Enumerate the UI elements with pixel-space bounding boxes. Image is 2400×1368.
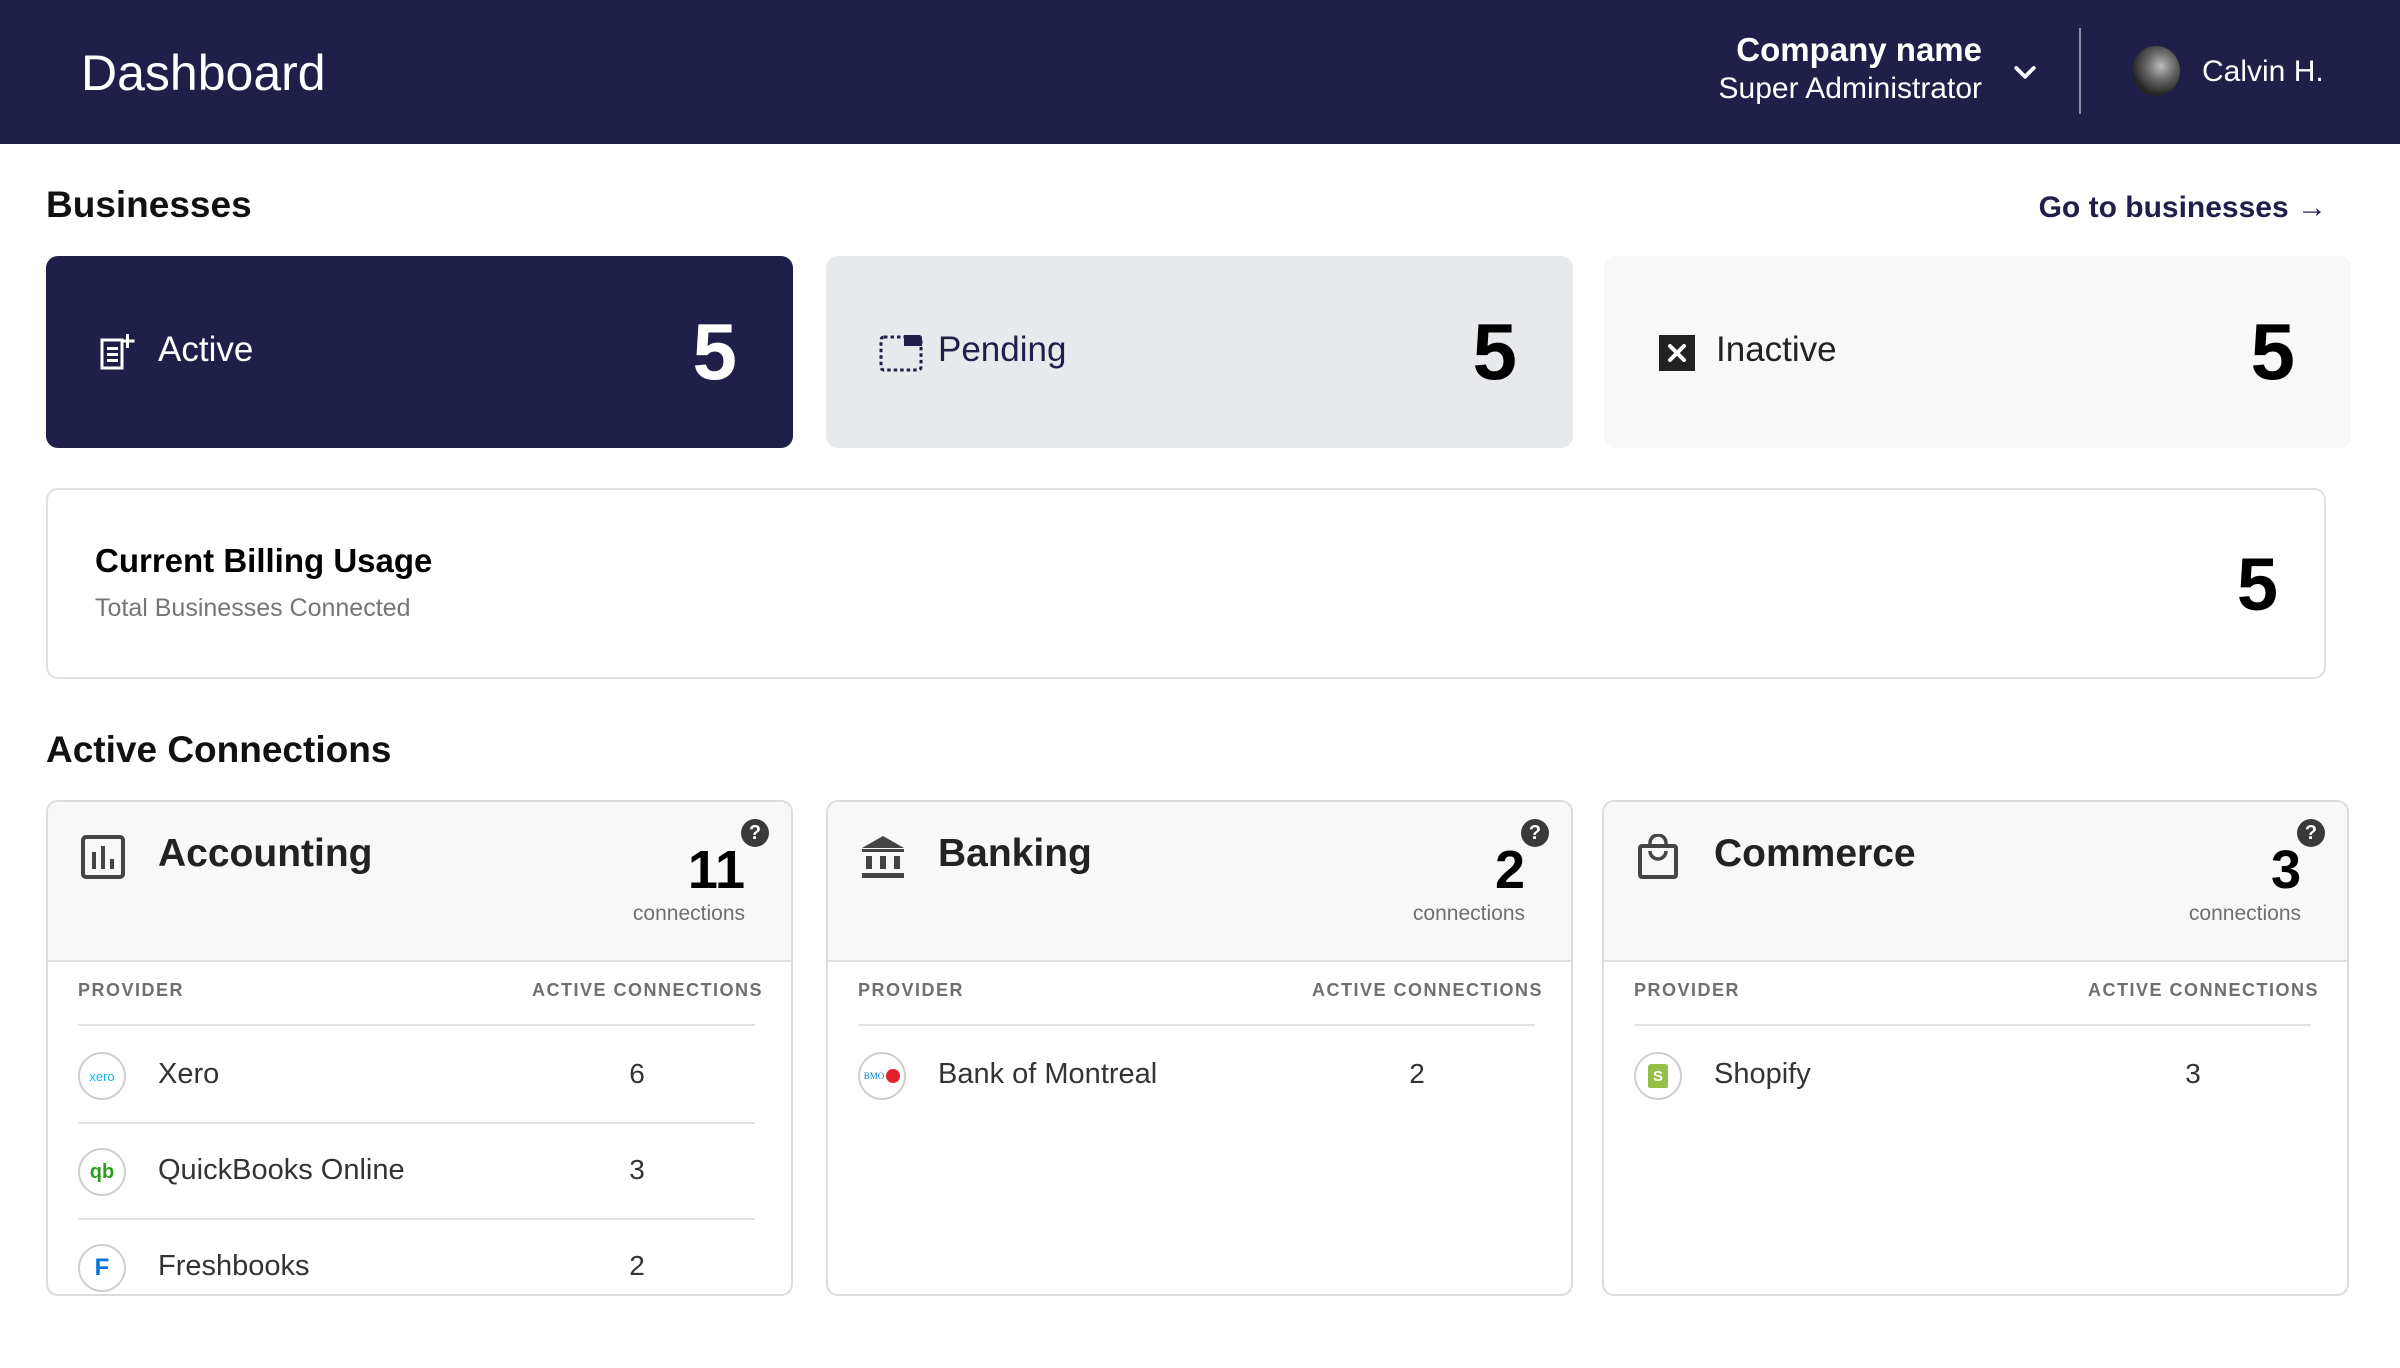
logo-text: qb: [89, 1160, 115, 1183]
xero-logo-icon: xero: [78, 1052, 126, 1100]
pending-businesses-card[interactable]: Pending 5: [826, 256, 1573, 448]
bmo-roundel-icon: [886, 1069, 901, 1083]
businesses-title: Businesses: [46, 184, 252, 225]
commerce-title: Commerce: [1714, 832, 1916, 875]
accounting-card: Accounting 11 connections ? PROVIDER ACT…: [46, 800, 793, 1296]
user-name[interactable]: Calvin H.: [2202, 55, 2324, 89]
close-box-icon: [1659, 335, 1695, 371]
top-header: Dashboard Company name Super Administrat…: [0, 0, 2400, 144]
active-connections-column-header: ACTIVE CONNECTIONS: [1311, 980, 1543, 1000]
table-row[interactable]: F Freshbooks 2: [78, 1220, 755, 1294]
page-title: Dashboard: [81, 45, 326, 101]
active-businesses-card[interactable]: Active 5: [46, 256, 793, 448]
provider-name: Bank of Montreal: [938, 1058, 1158, 1090]
bank-icon: [862, 836, 904, 878]
table-row[interactable]: BMO Bank of Montreal 2: [858, 1028, 1535, 1124]
banking-title: Banking: [938, 832, 1092, 875]
active-connections-column-header: ACTIVE CONNECTIONS: [531, 980, 763, 1000]
provider-connections: 6: [629, 1058, 645, 1089]
go-to-businesses-link[interactable]: Go to businesses →: [2039, 191, 2327, 225]
provider-connections: 2: [629, 1250, 645, 1281]
commerce-count: 3: [2270, 840, 2301, 900]
accounting-title: Accounting: [158, 832, 373, 875]
document-plus-icon: [100, 334, 135, 370]
provider-column-header: PROVIDER: [858, 980, 965, 1000]
inactive-businesses-card[interactable]: Inactive 5: [1604, 256, 2351, 448]
billing-subtitle: Total Businesses Connected: [95, 594, 411, 622]
provider-name: Xero: [158, 1058, 220, 1090]
help-icon[interactable]: ?: [2297, 819, 2325, 847]
commerce-card: Commerce 3 connections ? PROVIDER ACTIVE…: [1602, 800, 2349, 1296]
pending-count: 5: [1472, 307, 1518, 396]
accounting-count: 11: [687, 840, 745, 900]
active-label: Active: [158, 330, 254, 369]
banking-card-header: Banking 2 connections ?: [828, 802, 1571, 962]
table-row[interactable]: qb QuickBooks Online 3: [78, 1124, 755, 1220]
user-role: Super Administrator: [1718, 72, 1982, 105]
table-row[interactable]: S Shopify 3: [1634, 1028, 2311, 1124]
provider-list: S Shopify 3: [1634, 1028, 2311, 1124]
provider-name: QuickBooks Online: [158, 1154, 405, 1186]
provider-connections: 3: [629, 1154, 645, 1185]
billing-title: Current Billing Usage: [95, 542, 433, 579]
header-divider: [2079, 28, 2081, 114]
provider-list: xero Xero 6 qb QuickBooks Online 3 F Fre…: [78, 1028, 755, 1294]
accounting-card-header: Accounting 11 connections ?: [48, 802, 791, 962]
dashed-window-icon: [879, 335, 923, 372]
provider-column-header: PROVIDER: [1634, 980, 1741, 1000]
banking-unit: connections: [1412, 902, 1525, 925]
shopify-logo-icon: S: [1634, 1052, 1682, 1100]
bmo-logo-icon: BMO: [858, 1052, 906, 1100]
logo-text: xero: [89, 1068, 115, 1084]
provider-name: Freshbooks: [158, 1250, 310, 1282]
table-header: PROVIDER ACTIVE CONNECTIONS: [78, 980, 761, 1026]
help-icon[interactable]: ?: [741, 819, 769, 847]
logo-text: F: [94, 1254, 110, 1281]
shopify-bag-icon: S: [1648, 1064, 1668, 1088]
table-header: PROVIDER ACTIVE CONNECTIONS: [858, 980, 1541, 1026]
provider-column-header: PROVIDER: [78, 980, 185, 1000]
active-connections-title: Active Connections: [46, 729, 392, 770]
table-row[interactable]: xero Xero 6: [78, 1028, 755, 1124]
help-icon[interactable]: ?: [1521, 819, 1549, 847]
pending-label: Pending: [938, 330, 1067, 369]
inactive-label: Inactive: [1716, 330, 1837, 369]
accounting-unit: connections: [632, 902, 745, 925]
table-header: PROVIDER ACTIVE CONNECTIONS: [1634, 980, 2317, 1026]
company-name: Company name: [1736, 31, 1982, 68]
active-connections-column-header: ACTIVE CONNECTIONS: [2087, 980, 2319, 1000]
chevron-down-icon[interactable]: [2010, 58, 2040, 88]
active-count: 5: [692, 307, 738, 396]
banking-count: 2: [1494, 840, 1525, 900]
company-switcher[interactable]: Company name Super Administrator: [1719, 30, 1982, 108]
quickbooks-logo-icon: qb: [78, 1148, 126, 1196]
provider-name: Shopify: [1714, 1058, 1811, 1090]
bar-chart-icon: [81, 835, 125, 879]
logo-text: BMO: [863, 1071, 885, 1081]
provider-list: BMO Bank of Montreal 2: [858, 1028, 1535, 1124]
provider-connections: 2: [1409, 1058, 1425, 1089]
commerce-card-header: Commerce 3 connections ?: [1604, 802, 2347, 962]
commerce-unit: connections: [2188, 902, 2301, 925]
banking-card: Banking 2 connections ? PROVIDER ACTIVE …: [826, 800, 1573, 1296]
avatar[interactable]: [2132, 46, 2180, 96]
billing-usage-card: Current Billing Usage Total Businesses C…: [46, 488, 2326, 679]
provider-connections: 3: [2185, 1058, 2201, 1089]
billing-count: 5: [2236, 543, 2278, 626]
inactive-count: 5: [2250, 307, 2296, 396]
shopping-bag-icon: [1638, 834, 1678, 879]
freshbooks-logo-icon: F: [78, 1244, 126, 1292]
